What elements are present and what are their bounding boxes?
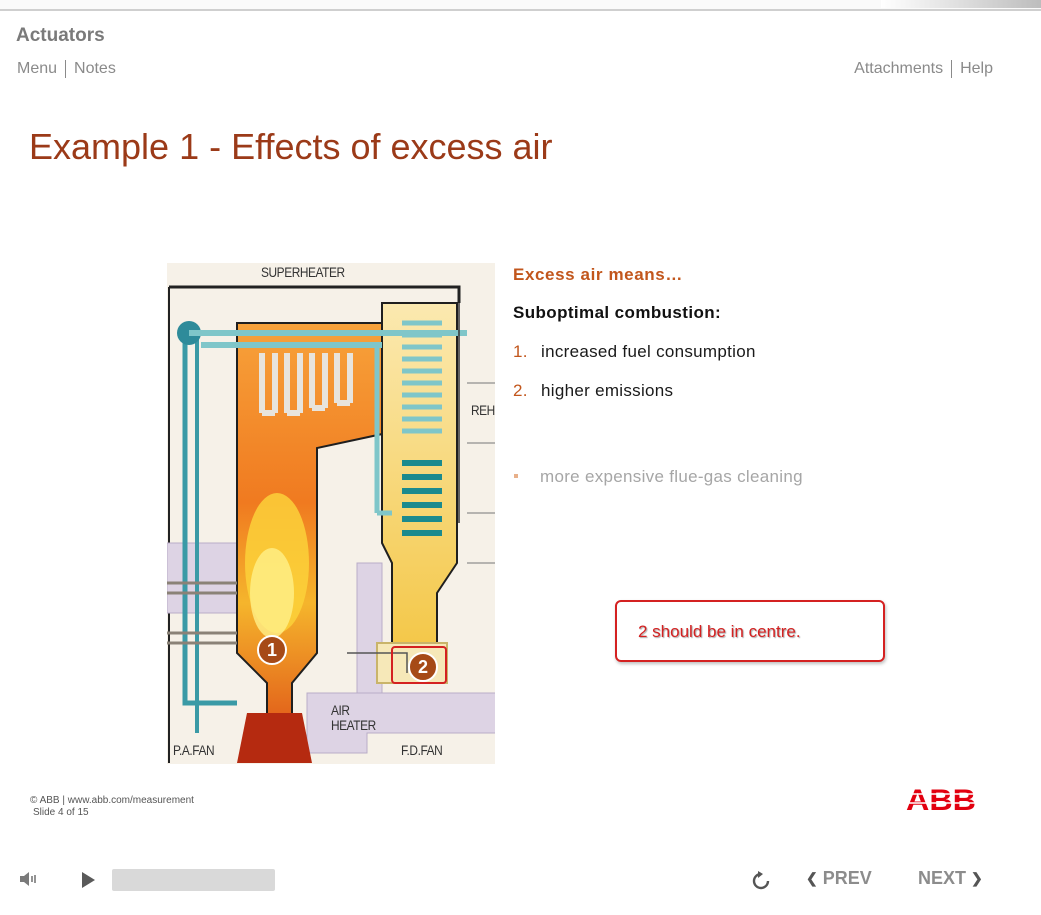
list-item-text: higher emissions [541, 381, 674, 400]
next-button[interactable]: NEXT ❯ [918, 868, 983, 889]
list-item-number: 2. [513, 381, 528, 400]
bullet-item-text: more expensive flue-gas cleaning [540, 467, 803, 486]
label-air-heater-2: HEATER [331, 717, 376, 733]
nav-divider [951, 60, 953, 78]
boiler-diagram-graphic [167, 285, 495, 763]
bullet-square-icon [514, 473, 518, 478]
label-pa-fan: P.A.FAN [173, 742, 215, 758]
app-title: Actuators [16, 25, 105, 46]
hotspot-marker-1[interactable]: 1 [257, 635, 287, 665]
list-item: 2. higher emissions [513, 381, 673, 401]
next-button-label: NEXT [918, 868, 967, 888]
footer-copyright-text: © ABB | www.abb.com/measurement [30, 795, 194, 806]
help-link[interactable]: Help [960, 60, 993, 78]
slide-counter: Slide 4 of 15 [33, 807, 89, 818]
label-fd-fan: F.D.FAN [401, 742, 443, 758]
speaker-icon[interactable] [19, 870, 39, 888]
label-superheater: SUPERHEATER [261, 264, 345, 280]
replay-icon[interactable] [749, 869, 773, 893]
bullet-item: more expensive flue-gas cleaning [513, 467, 803, 487]
boiler-diagram: SUPERHEATER REH AIR HEATER P.A.FAN F.D.F… [167, 263, 495, 764]
content-heading: Excess air means… [513, 265, 683, 284]
list-item-number: 1. [513, 342, 528, 361]
content-subheading: Suboptimal combustion: [513, 303, 722, 322]
chevron-right-icon: ❯ [971, 870, 983, 886]
window-top-strip [0, 0, 1041, 11]
nav-divider [65, 60, 67, 78]
slide-title: Example 1 - Effects of excess air [29, 126, 553, 167]
review-comment-text: 2 should be in centre. [638, 622, 801, 641]
chevron-left-icon: ❮ [806, 870, 818, 886]
svg-text:ABB: ABB [906, 785, 976, 813]
attachments-link[interactable]: Attachments [854, 60, 943, 78]
menu-link[interactable]: Menu [17, 60, 57, 78]
list-item-text: increased fuel consumption [541, 342, 756, 361]
review-comment-callout: 2 should be in centre. [615, 600, 885, 662]
prev-button-label: PREV [822, 868, 872, 888]
progress-scrubber[interactable] [112, 869, 275, 891]
abb-logo: ABB [905, 785, 977, 813]
window-top-strip-edge [881, 0, 1041, 8]
label-air-heater-1: AIR [331, 702, 350, 718]
slide-content: Excess air means… Suboptimal combustion:… [513, 265, 953, 486]
label-reheater: REH [471, 402, 495, 418]
nav-left: Menu Notes [17, 60, 116, 78]
footer-copyright: © ABB | www.abb.com/measurement Slide 4 … [30, 795, 194, 819]
player-controls: ❮ PREV NEXT ❯ [0, 860, 1041, 900]
hotspot-marker-2[interactable]: 2 [408, 652, 438, 682]
prev-button[interactable]: ❮ PREV [806, 868, 872, 889]
nav-right: Attachments Help [854, 60, 993, 78]
notes-link[interactable]: Notes [74, 60, 116, 78]
play-icon[interactable] [80, 871, 96, 889]
list-item: 1. increased fuel consumption [513, 342, 756, 362]
